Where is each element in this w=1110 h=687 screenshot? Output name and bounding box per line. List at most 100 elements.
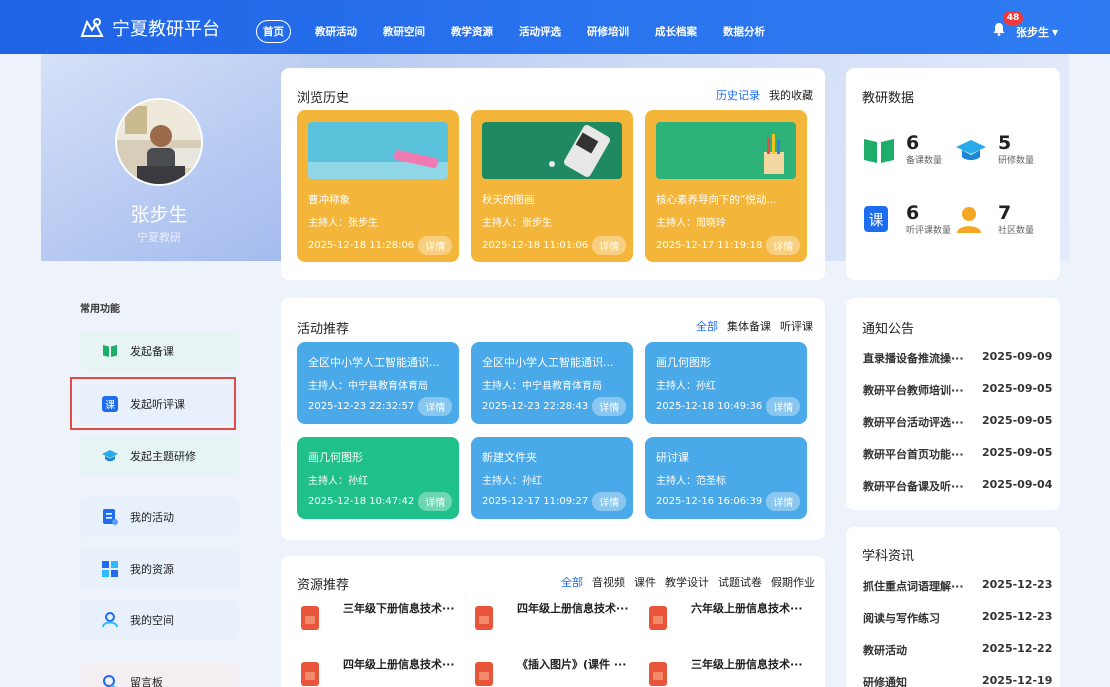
news-item[interactable]: 教研活动 2025-12-22: [863, 642, 1063, 658]
activity-card[interactable]: 画几何图形 主持人：孙红 2025-12-18 10:49:36 详情: [645, 342, 807, 424]
history-panel: 浏览历史 历史记录 我的收藏 曹冲称象 主持人：张步生 2025-12-18 1…: [281, 68, 825, 280]
filter-holiday-homework[interactable]: 假期作业: [771, 574, 815, 590]
user-menu[interactable]: 张步生 ▼: [1016, 24, 1058, 40]
book-icon: [102, 343, 118, 359]
nav-home[interactable]: 首页: [256, 20, 291, 43]
activity-card[interactable]: 新建文件夹 主持人：孙红 2025-12-17 11:09:27 详情: [471, 437, 633, 519]
nav-archive[interactable]: 成长档案: [655, 24, 697, 39]
news-item[interactable]: 研修通知 2025-12-19: [863, 674, 1063, 687]
activity-card[interactable]: 研讨课 主持人：范圣标 2025-12-16 16:06:39 详情: [645, 437, 807, 519]
chevron-down-icon: ▼: [1052, 27, 1059, 37]
functions-title: 常用功能: [80, 304, 120, 315]
filter-group-prep[interactable]: 集体备课: [727, 318, 771, 334]
notice-item[interactable]: 教研平台首页功能··· 2025-09-05: [863, 446, 1063, 462]
filter-all[interactable]: 全部: [561, 574, 583, 590]
activity-card[interactable]: 全区中小学人工智能通识... 主持人：中宁县教育体育局 2025-12-23 2…: [471, 342, 633, 424]
button-label: 我的资源: [130, 563, 174, 576]
card-host: 主持人：中宁县教育体育局: [482, 381, 602, 392]
card-date: 2025-12-18 11:01:06 详情: [482, 236, 627, 255]
details-button[interactable]: 详情: [418, 492, 453, 511]
history-card[interactable]: 曹冲称象 主持人：张步生 2025-12-18 11:28:06 详情: [297, 110, 459, 262]
resource-item[interactable]: 《插入图片》(课件 ···: [475, 658, 637, 686]
my-resources-button[interactable]: 我的资源: [80, 549, 239, 589]
logo-icon: [80, 18, 104, 37]
filter-av[interactable]: 音视频: [592, 574, 625, 590]
card-host: 主持人：张步生: [482, 218, 552, 229]
notice-item[interactable]: 教研平台活动评选··· 2025-09-05: [863, 414, 1063, 430]
pdf-file-icon: [649, 606, 667, 630]
nav-training[interactable]: 研修培训: [587, 24, 629, 39]
stat-lesson-prep: 6 备课数量: [862, 133, 942, 166]
notice-item[interactable]: 教研平台教师培训··· 2025-09-05: [863, 382, 1063, 398]
pdf-file-icon: [649, 662, 667, 686]
button-label: 发起主题研修: [130, 450, 196, 463]
details-button[interactable]: 详情: [592, 236, 627, 255]
avatar[interactable]: [115, 98, 203, 186]
app-logo[interactable]: 宁夏教研平台: [76, 16, 220, 40]
highlight-box: [70, 377, 236, 430]
resource-item[interactable]: 六年级上册信息技术···: [649, 602, 811, 630]
details-button[interactable]: 详情: [766, 492, 801, 511]
history-links: 历史记录 我的收藏: [707, 87, 813, 103]
start-lesson-prep-button[interactable]: 发起备课: [80, 331, 239, 371]
message-board-button[interactable]: 留言板: [80, 662, 239, 687]
details-button[interactable]: 详情: [592, 397, 627, 416]
resource-item[interactable]: 三年级上册信息技术···: [649, 658, 811, 686]
filter-courseware[interactable]: 课件: [634, 574, 656, 590]
stat-training: 5 研修数量: [954, 133, 1034, 166]
stat-community: 7 社区数量: [954, 203, 1034, 236]
app-title: 宁夏教研平台: [112, 19, 220, 40]
details-button[interactable]: 详情: [592, 492, 627, 511]
button-label: 留言板: [130, 676, 163, 687]
filter-observation[interactable]: 听评课: [780, 318, 813, 334]
top-navigation-bar: 宁夏教研平台 首页 教研活动 教研空间 教学资源 活动评选 研修培训 成长档案 …: [0, 0, 1110, 54]
notice-item[interactable]: 教研平台备课及听··· 2025-09-04: [863, 478, 1063, 494]
my-space-button[interactable]: 我的空间: [80, 600, 239, 640]
bell-icon[interactable]: [992, 22, 1006, 36]
resource-item[interactable]: 四年级上册信息技术···: [475, 602, 637, 630]
filter-all[interactable]: 全部: [696, 318, 718, 334]
nav-activities[interactable]: 教研活动: [315, 24, 357, 39]
message-icon: [102, 674, 118, 687]
filter-teaching-design[interactable]: 教学设计: [665, 574, 709, 590]
start-theme-training-button[interactable]: 发起主题研修: [80, 436, 239, 476]
notices-title: 通知公告: [862, 322, 915, 337]
activity-card[interactable]: 画几何图形 主持人：孙红 2025-12-18 10:47:42 详情: [297, 437, 459, 519]
card-title: 曹冲称象: [308, 194, 350, 206]
card-thumbnail: [656, 122, 796, 179]
nav-resources[interactable]: 教学资源: [451, 24, 493, 39]
details-button[interactable]: 详情: [766, 236, 801, 255]
document-icon: [102, 509, 118, 525]
card-host: 主持人：孙红: [308, 476, 368, 487]
card-date: 2025-12-17 11:19:18 详情: [656, 236, 801, 255]
notice-item[interactable]: 直录播设备推流操··· 2025-09-09: [863, 350, 1063, 366]
activity-card[interactable]: 全区中小学人工智能通识... 主持人：中宁县教育体育局 2025-12-23 2…: [297, 342, 459, 424]
graduation-cap-icon: [956, 139, 986, 160]
nav-space[interactable]: 教研空间: [383, 24, 425, 39]
book-icon: [864, 138, 894, 163]
my-activities-button[interactable]: 我的活动: [80, 497, 239, 537]
resource-item[interactable]: 四年级上册信息技术···: [301, 658, 463, 686]
history-title: 浏览历史: [297, 91, 350, 106]
pdf-file-icon: [301, 606, 319, 630]
favorites-link[interactable]: 我的收藏: [769, 87, 813, 103]
nav-selection[interactable]: 活动评选: [519, 24, 561, 39]
filter-exams[interactable]: 试题试卷: [718, 574, 762, 590]
news-item[interactable]: 抓住重点词语理解··· 2025-12-23: [863, 578, 1063, 594]
card-date: 2025-12-17 11:09:27 详情: [482, 492, 627, 511]
person-icon: [957, 206, 981, 233]
stats-title: 教研数据: [862, 91, 915, 106]
details-button[interactable]: 详情: [418, 397, 453, 416]
resource-item[interactable]: 三年级下册信息技术···: [301, 602, 463, 630]
details-button[interactable]: 详情: [766, 397, 801, 416]
news-title: 学科资讯: [862, 549, 915, 564]
history-card[interactable]: 核心素养导向下的“悦动... 主持人：周晓玲 2025-12-17 11:19:…: [645, 110, 807, 262]
card-thumbnail: [482, 122, 622, 179]
history-card[interactable]: 秋天的图画 主持人：张步生 2025-12-18 11:01:06 详情: [471, 110, 633, 262]
card-date: 2025-12-23 22:32:57 详情: [308, 397, 453, 416]
history-records-link[interactable]: 历史记录: [716, 87, 760, 103]
news-item[interactable]: 阅读与写作练习 2025-12-23: [863, 610, 1063, 626]
nav-analytics[interactable]: 数据分析: [723, 24, 765, 39]
details-button[interactable]: 详情: [418, 236, 453, 255]
card-host: 主持人：孙红: [656, 381, 716, 392]
